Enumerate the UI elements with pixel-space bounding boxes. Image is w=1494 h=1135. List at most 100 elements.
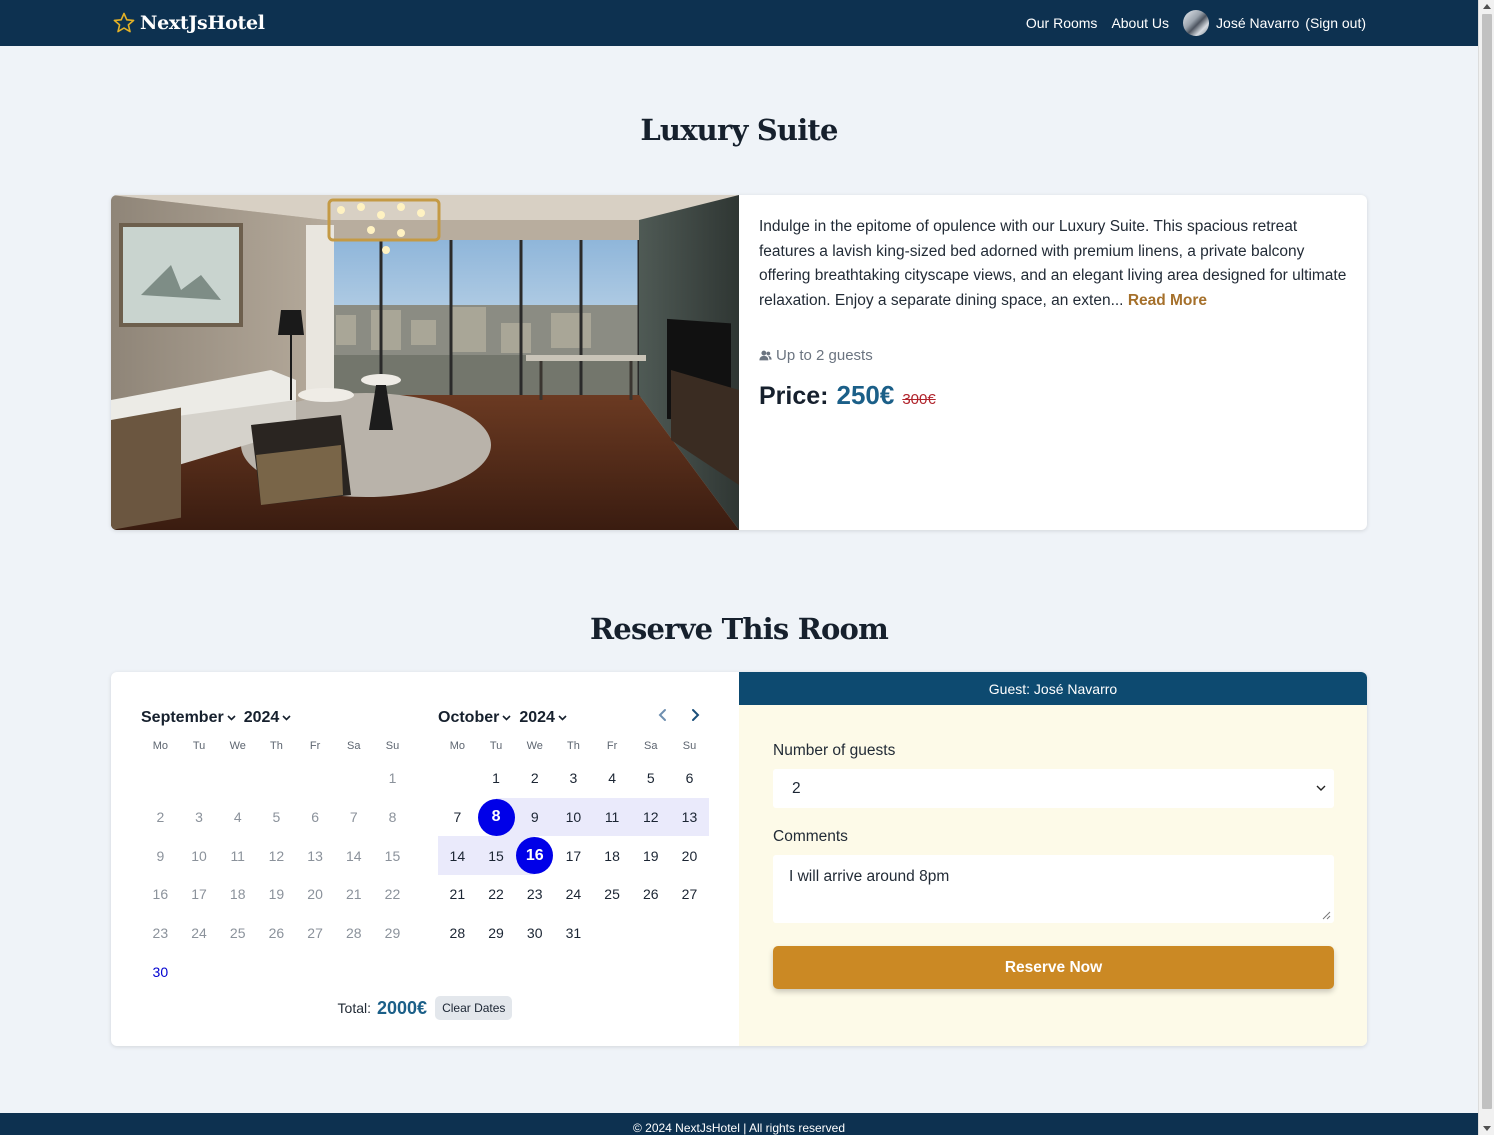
day-september-9[interactable]: 9 (141, 836, 180, 875)
day-september-15[interactable]: 15 (373, 836, 412, 875)
day-september-1[interactable]: 1 (373, 759, 412, 798)
day-september-14[interactable]: 14 (334, 836, 373, 875)
day-september-13[interactable]: 13 (296, 836, 335, 875)
sign-out-link[interactable]: (Sign out) (1305, 15, 1366, 31)
year-select[interactable]: 2024 (519, 709, 567, 727)
day-october-19[interactable]: 19 (631, 836, 670, 875)
day-number: 5 (272, 809, 281, 826)
read-more-link[interactable]: Read More (1128, 292, 1207, 309)
chevron-down-icon (502, 715, 511, 721)
day-september-8[interactable]: 8 (373, 798, 412, 837)
day-september-24[interactable]: 24 (180, 914, 219, 953)
user-name[interactable]: José Navarro (1216, 15, 1299, 31)
day-october-15[interactable]: 15 (476, 836, 516, 876)
day-september-4[interactable]: 4 (218, 798, 257, 837)
day-september-21[interactable]: 21 (334, 875, 373, 914)
day-september-10[interactable]: 10 (180, 836, 219, 875)
day-october-18[interactable]: 18 (593, 836, 632, 875)
day-september-17[interactable]: 17 (180, 875, 219, 914)
month-select[interactable]: September (141, 709, 236, 727)
brand-logo[interactable]: NextJsHotel (112, 11, 265, 35)
calendar-month-september: September 2024 Mo Tu We Th Fr Sa Su 1 2 3 4 5 6 7 8 9 10 11… (141, 708, 416, 991)
chevron-left-icon[interactable] (656, 708, 670, 722)
day-october-26[interactable]: 26 (631, 875, 670, 914)
reserve-now-button[interactable]: Reserve Now (773, 946, 1334, 989)
day-october-28[interactable]: 28 (438, 914, 477, 953)
day-october-25[interactable]: 25 (593, 875, 632, 914)
day-october-10[interactable]: 10 (554, 797, 593, 837)
day-october-2[interactable]: 2 (515, 759, 554, 798)
day-october-31[interactable]: 31 (554, 914, 593, 953)
scroll-thumb[interactable] (1482, 14, 1492, 1109)
year-select[interactable]: 2024 (244, 709, 292, 727)
guests-select[interactable]: 2 (773, 769, 1334, 808)
avatar[interactable] (1183, 10, 1210, 36)
day-october-4[interactable]: 4 (593, 759, 632, 798)
nav-link-our-rooms[interactable]: Our Rooms (1026, 15, 1098, 31)
day-october-24[interactable]: 24 (554, 875, 593, 914)
day-october-1[interactable]: 1 (477, 759, 516, 798)
day-september-25[interactable]: 25 (218, 914, 257, 953)
scroll-down-icon[interactable] (1483, 1126, 1491, 1131)
day-october-23[interactable]: 23 (515, 875, 554, 914)
day-september-5[interactable]: 5 (257, 798, 296, 837)
day-september-26[interactable]: 26 (257, 914, 296, 953)
day-september-27[interactable]: 27 (296, 914, 335, 953)
day-number: 10 (191, 847, 207, 864)
day-october-12[interactable]: 12 (631, 797, 671, 837)
day-number: 12 (642, 809, 659, 826)
day-october-22[interactable]: 22 (477, 875, 516, 914)
day-september-29[interactable]: 29 (373, 914, 412, 953)
day-september-16[interactable]: 16 (141, 875, 180, 914)
day-september-20[interactable]: 20 (296, 875, 335, 914)
room-description: Indulge in the epitome of opulence with … (759, 215, 1349, 313)
comments-textarea[interactable]: I will arrive around 8pm (773, 855, 1334, 923)
day-october-3[interactable]: 3 (554, 759, 593, 798)
day-october-30[interactable]: 30 (515, 914, 554, 953)
page-scrollbar[interactable] (1478, 0, 1494, 1135)
day-october-9[interactable]: 9 (515, 797, 555, 837)
day-september-2[interactable]: 2 (141, 798, 180, 837)
day-october-21[interactable]: 21 (438, 875, 477, 914)
day-september-23[interactable]: 23 (141, 914, 180, 953)
day-october-8[interactable]: 8 (476, 797, 516, 837)
day-september-18[interactable]: 18 (218, 875, 257, 914)
room-card: Indulge in the epitome of opulence with … (111, 195, 1367, 530)
month-select[interactable]: October (438, 709, 511, 727)
day-october-6[interactable]: 6 (670, 759, 709, 798)
nav-link-about-us[interactable]: About Us (1111, 15, 1169, 31)
day-number: 2 (156, 809, 165, 826)
resize-handle-icon[interactable] (1322, 911, 1331, 920)
day-september-19[interactable]: 19 (257, 875, 296, 914)
day-october-7[interactable]: 7 (438, 798, 477, 837)
day-october-16[interactable]: 16 (515, 836, 555, 876)
month-header: September 2024 (141, 708, 416, 728)
day-number: 21 (345, 886, 362, 903)
day-october-20[interactable]: 20 (670, 836, 709, 875)
day-number: 19 (642, 847, 659, 864)
calendar-month-october: October 2024 Mo Tu We Th Fr Sa Su 1 2 3 4 5 6 7 8 9 10 11 12… (438, 708, 713, 952)
day-september-28[interactable]: 28 (334, 914, 373, 953)
day-september-12[interactable]: 12 (257, 836, 296, 875)
day-september-30[interactable]: 30 (141, 952, 180, 991)
day-october-14[interactable]: 14 (438, 836, 477, 876)
calendar-nav (656, 708, 702, 722)
clear-dates-button[interactable]: Clear Dates (435, 996, 513, 1020)
star-icon (113, 12, 135, 33)
scroll-up-icon[interactable] (1483, 4, 1491, 9)
day-september-3[interactable]: 3 (180, 798, 219, 837)
day-october-13[interactable]: 13 (670, 797, 709, 837)
day-october-27[interactable]: 27 (670, 875, 709, 914)
day-september-7[interactable]: 7 (334, 798, 373, 837)
day-october-29[interactable]: 29 (477, 914, 516, 953)
day-october-11[interactable]: 11 (592, 797, 632, 837)
day-october-17[interactable]: 17 (554, 836, 593, 875)
day-september-11[interactable]: 11 (218, 836, 257, 875)
day-number: 30 (526, 925, 543, 942)
chevron-right-icon[interactable] (688, 708, 702, 722)
day-september-22[interactable]: 22 (373, 875, 412, 914)
empty-day-cell (180, 759, 219, 798)
day-number: 28 (449, 925, 466, 942)
day-october-5[interactable]: 5 (631, 759, 670, 798)
day-september-6[interactable]: 6 (296, 798, 335, 837)
